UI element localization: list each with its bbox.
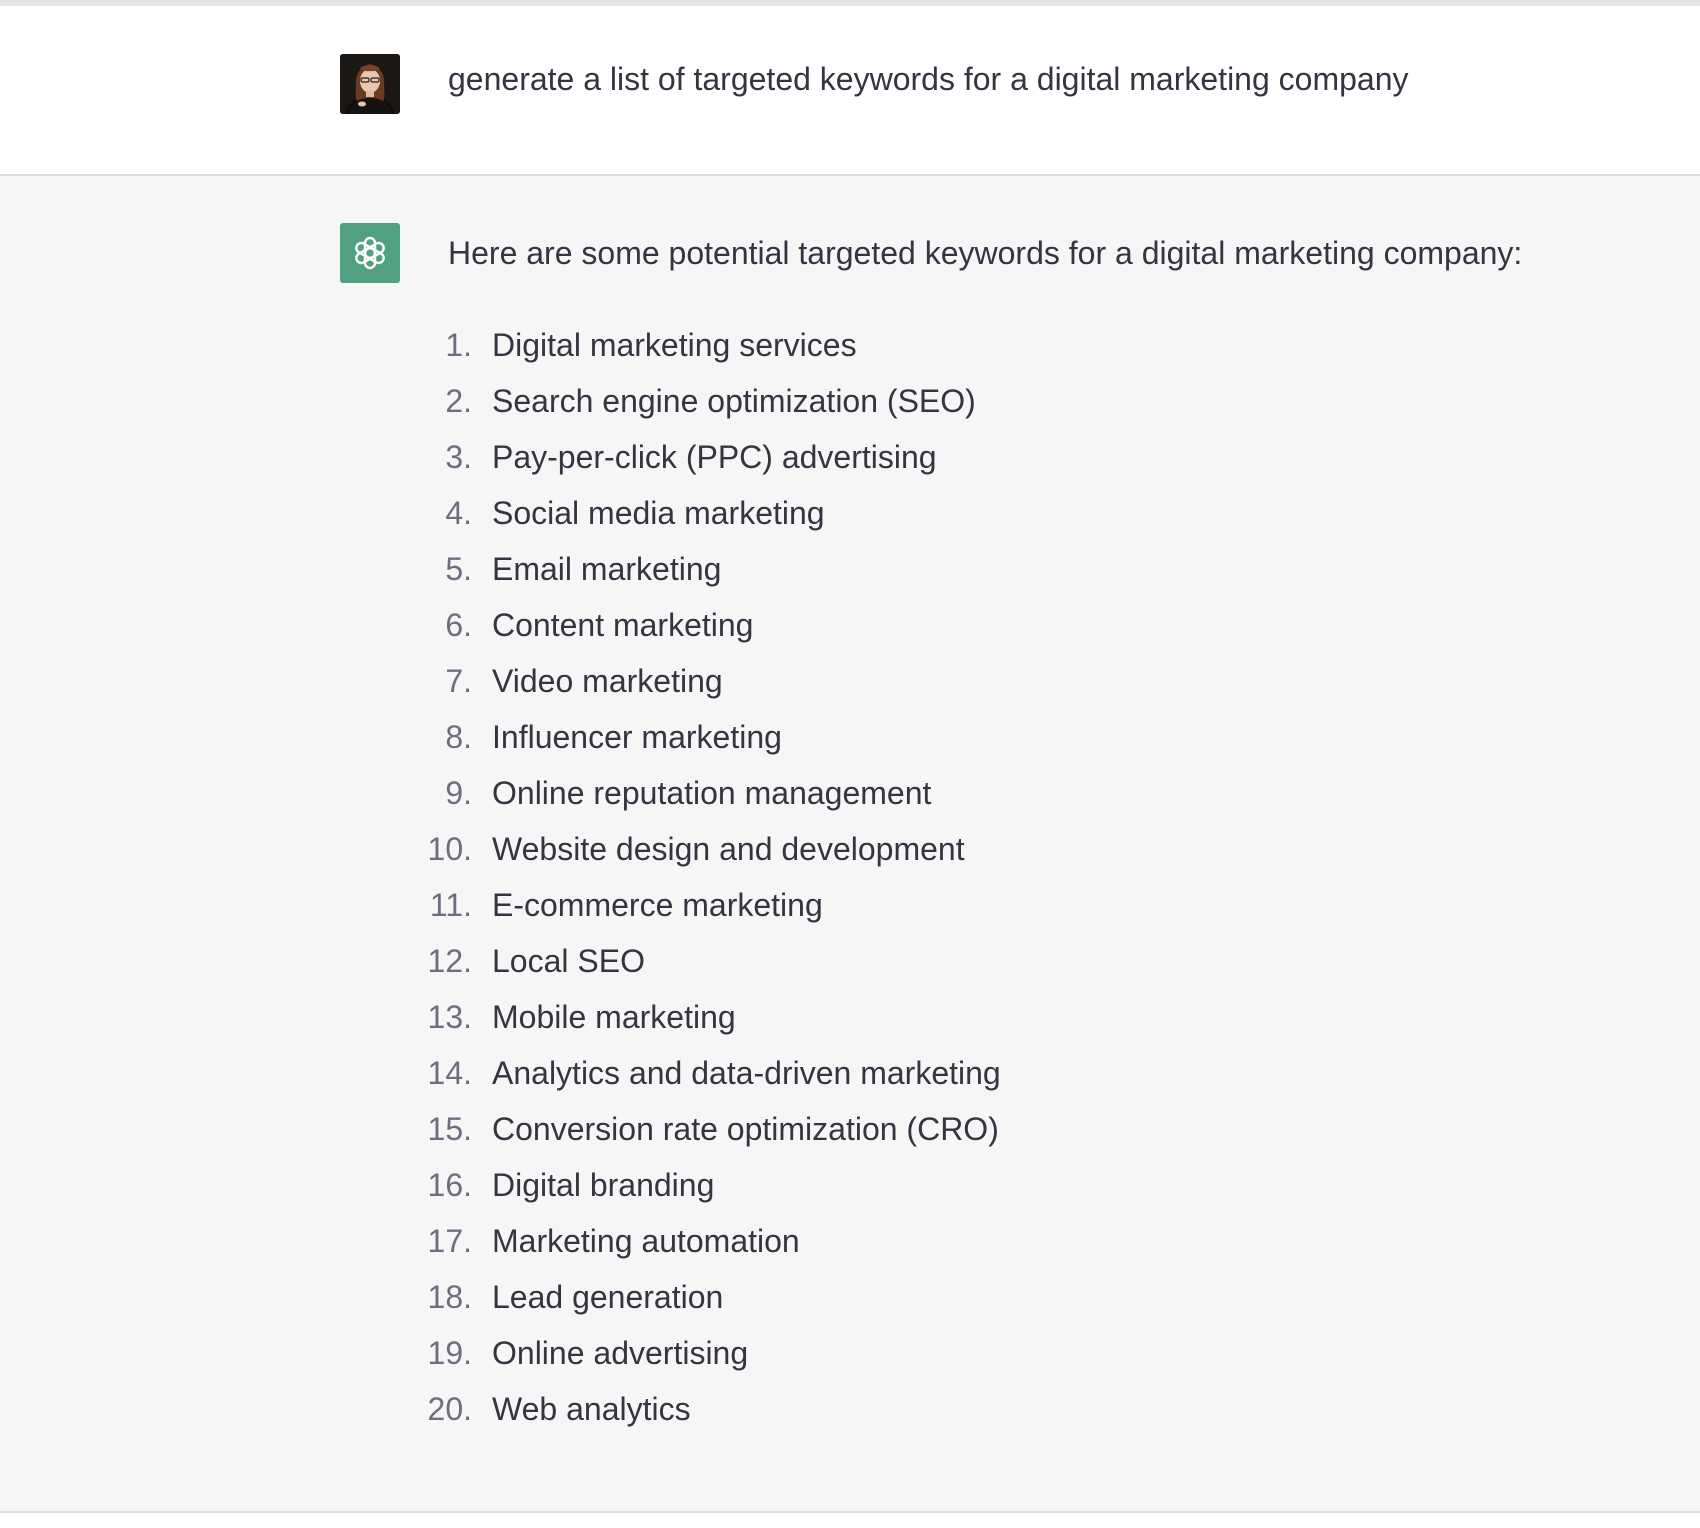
list-item-label: Online advertising — [492, 1334, 749, 1371]
list-item: 8. Influencer marketing — [400, 709, 1001, 765]
list-item: 11. E-commerce marketing — [400, 877, 1001, 933]
list-item-label: Website design and development — [492, 830, 965, 867]
list-item-number: 14. — [427, 1054, 472, 1091]
list-item: 17. Marketing automation — [400, 1213, 1001, 1269]
list-item-number: 3. — [445, 438, 472, 475]
list-item-number: 7. — [445, 662, 472, 699]
list-item: 14. Analytics and data-driven marketing — [400, 1045, 1001, 1101]
list-item-label: Marketing automation — [492, 1222, 800, 1259]
list-item-label: Video marketing — [492, 662, 723, 699]
user-avatar — [340, 54, 400, 114]
list-item-label: Analytics and data-driven marketing — [492, 1054, 1001, 1091]
list-item: 13. Mobile marketing — [400, 989, 1001, 1045]
list-item-number: 16. — [427, 1166, 472, 1203]
user-message-text: generate a list of targeted keywords for… — [448, 61, 1409, 97]
list-item-label: Local SEO — [492, 942, 645, 979]
list-item-label: Influencer marketing — [492, 718, 782, 755]
list-item-label: Digital marketing services — [492, 326, 857, 363]
list-item-label: Conversion rate optimization (CRO) — [492, 1110, 999, 1147]
list-item: 9. Online reputation management — [400, 765, 1001, 821]
list-item-number: 13. — [427, 998, 472, 1035]
assistant-avatar — [340, 223, 400, 283]
list-item-number: 18. — [427, 1278, 472, 1315]
list-item: 19. Online advertising — [400, 1325, 1001, 1381]
user-message-row: generate a list of targeted keywords for… — [0, 6, 1700, 176]
list-item-number: 8. — [445, 718, 472, 755]
list-item-label: E-commerce marketing — [492, 886, 823, 923]
list-item: 1. Digital marketing services — [400, 317, 1001, 373]
list-item-label: Email marketing — [492, 550, 722, 587]
list-item-label: Search engine optimization (SEO) — [492, 382, 976, 419]
list-item-number: 19. — [427, 1334, 472, 1371]
list-item-label: Content marketing — [492, 606, 754, 643]
list-item-number: 20. — [427, 1390, 472, 1427]
list-item-label: Mobile marketing — [492, 998, 736, 1035]
list-item: 6. Content marketing — [400, 597, 1001, 653]
list-item-label: Pay-per-click (PPC) advertising — [492, 438, 937, 475]
list-item: 15. Conversion rate optimization (CRO) — [400, 1101, 1001, 1157]
list-item: 4. Social media marketing — [400, 485, 1001, 541]
keyword-list: 1. Digital marketing services 2. Search eng… — [400, 317, 1001, 1437]
bottom-spacer — [0, 1513, 1700, 1528]
openai-logo-icon — [355, 236, 385, 270]
list-item: 18. Lead generation — [400, 1269, 1001, 1325]
list-item-number: 1. — [445, 326, 472, 363]
list-item-number: 6. — [445, 606, 472, 643]
list-item-label: Lead generation — [492, 1278, 724, 1315]
list-item-number: 11. — [429, 886, 472, 923]
list-item-label: Web analytics — [492, 1390, 691, 1427]
list-item-number: 2. — [445, 382, 472, 419]
list-item-number: 12. — [427, 942, 472, 979]
user-photo-avatar-icon — [340, 54, 400, 114]
list-item-number: 4. — [445, 494, 472, 531]
list-item: 2. Search engine optimization (SEO) — [400, 373, 1001, 429]
list-item-label: Social media marketing — [492, 494, 825, 531]
list-item-label: Online reputation management — [492, 774, 932, 811]
list-item: 12. Local SEO — [400, 933, 1001, 989]
list-item-number: 10. — [427, 830, 472, 867]
list-item: 7. Video marketing — [400, 653, 1001, 709]
list-item-number: 5. — [445, 550, 472, 587]
assistant-message-row: Here are some potential targeted keyword… — [0, 176, 1700, 1513]
list-item: 16. Digital branding — [400, 1157, 1001, 1213]
assistant-intro-text: Here are some potential targeted keyword… — [448, 235, 1523, 271]
list-item: 10. Website design and development — [400, 821, 1001, 877]
list-item-number: 15. — [427, 1110, 472, 1147]
list-item: 5. Email marketing — [400, 541, 1001, 597]
list-item-label: Digital branding — [492, 1166, 715, 1203]
list-item: 20. Web analytics — [400, 1381, 1001, 1437]
list-item-number: 9. — [445, 774, 472, 811]
list-item: 3. Pay-per-click (PPC) advertising — [400, 429, 1001, 485]
list-item-number: 17. — [427, 1222, 472, 1259]
